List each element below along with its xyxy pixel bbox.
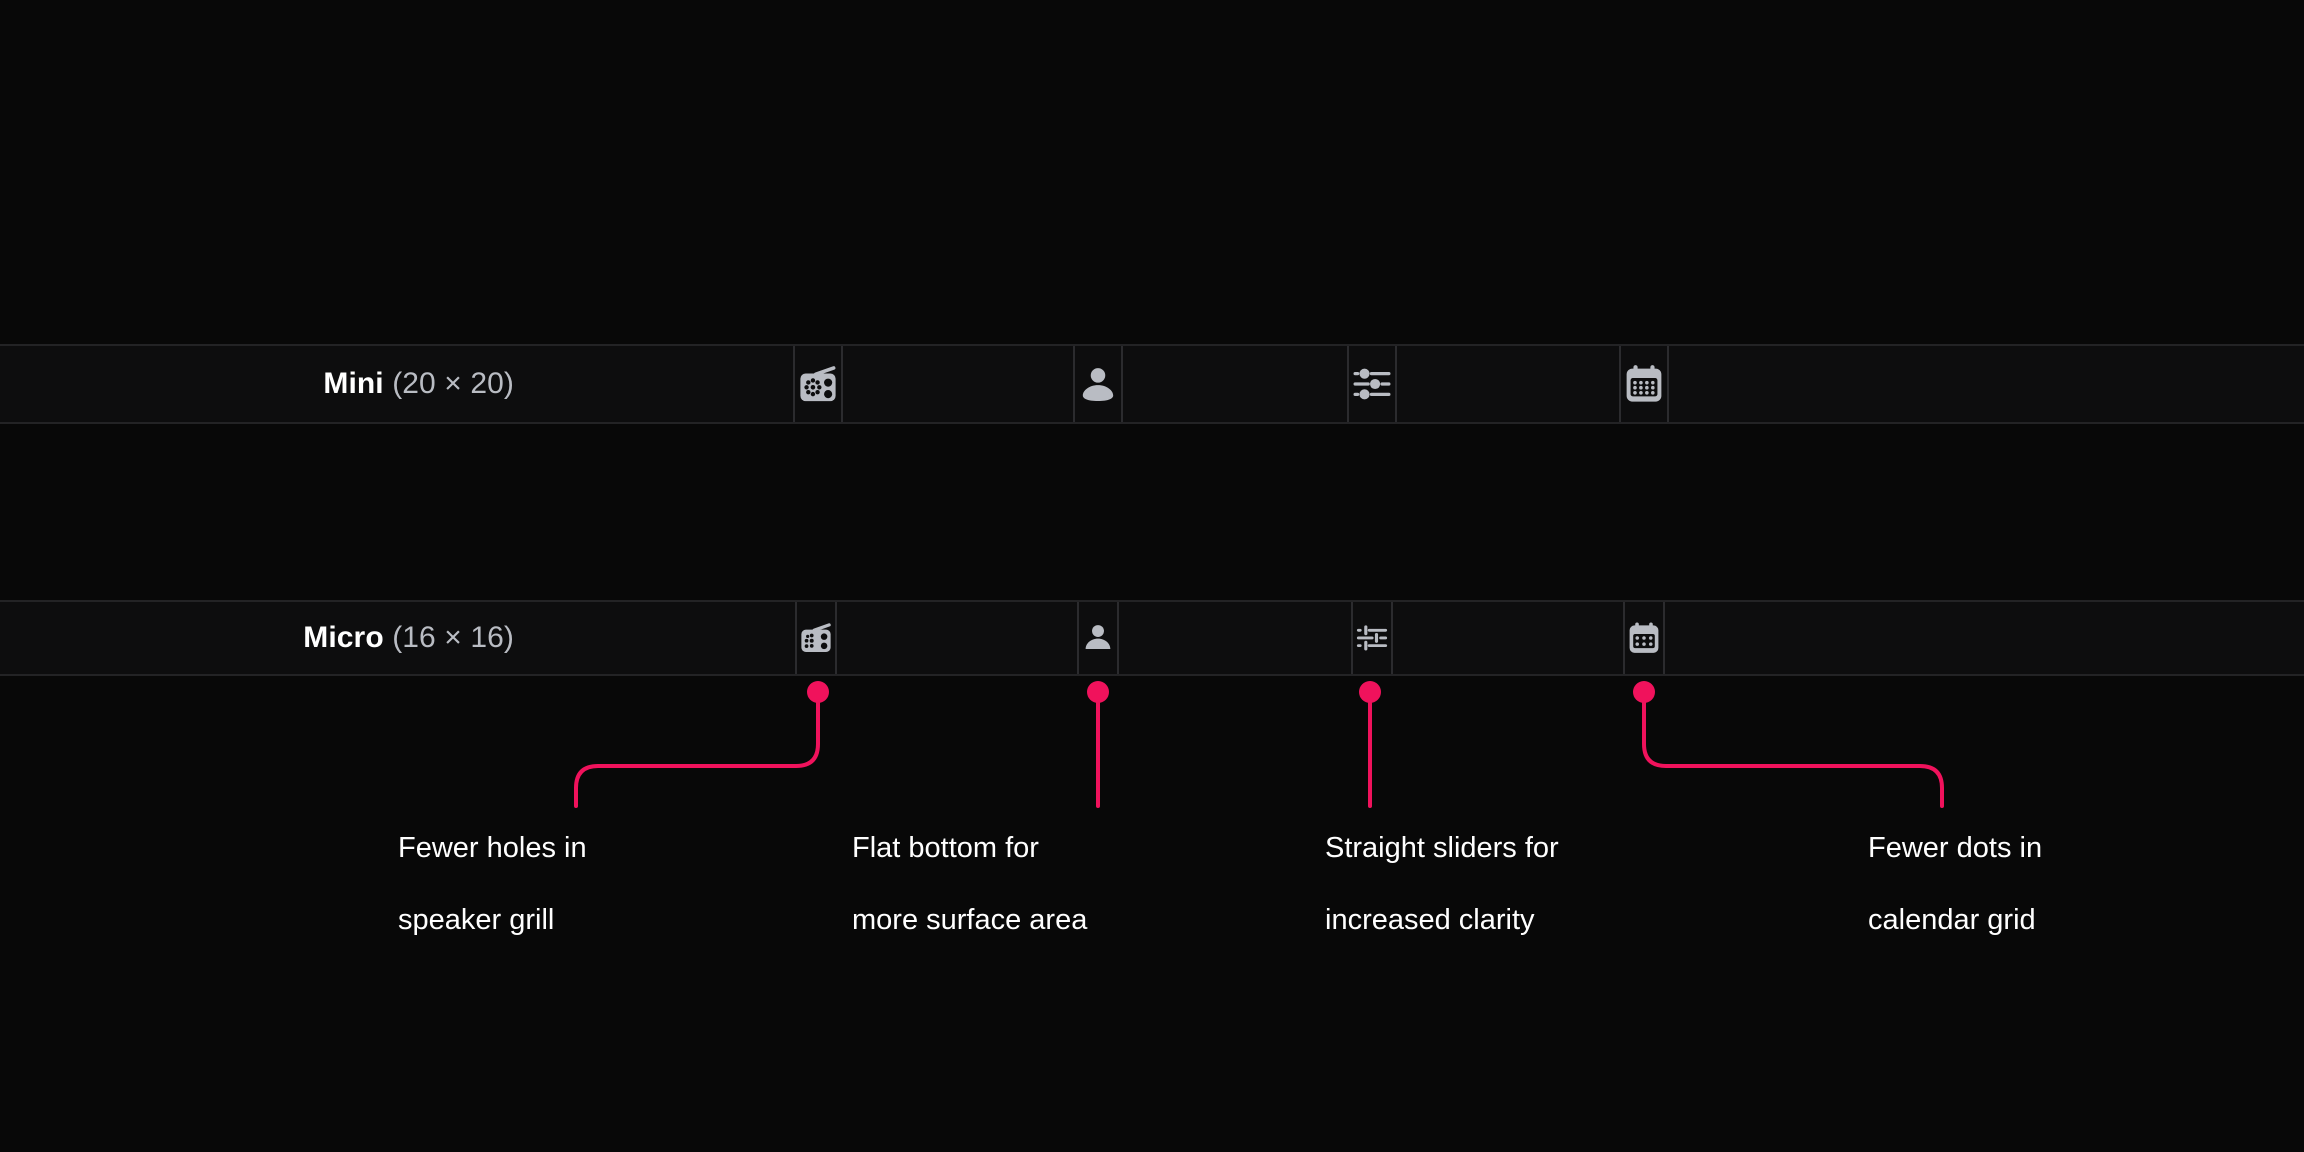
callout-path-calendar [1642,696,1944,808]
sliders-icon [1354,620,1390,656]
calendar-icon [1622,362,1666,406]
icon-cell-radio-micro[interactable] [795,602,837,674]
icon-cell-sliders-micro[interactable] [1351,602,1393,674]
icon-cell-person-micro[interactable] [1077,602,1119,674]
icon-cell-radio-mini[interactable] [793,346,843,422]
annotation-calendar: Fewer dots in calendar grid [1868,832,2043,936]
callout-lines [574,681,1944,808]
row-dimension: (16 × 16) [392,621,514,654]
annotation-radio: Fewer holes in speaker grill [398,832,587,936]
comparison-canvas: Mini (20 × 20) Micro (16 × 16) Fewer hol… [0,0,2304,1152]
radio-icon [796,362,840,406]
size-row-mini: Mini (20 × 20) [0,344,2304,424]
calendar-icon [1626,620,1662,656]
annotation-sliders: Straight sliders for increased clarity [1325,832,1559,936]
radio-icon [798,620,834,656]
row-dimension: (20 × 20) [392,367,514,400]
callout-path-radio [574,696,820,808]
person-icon [1080,620,1116,656]
icon-cell-sliders-mini[interactable] [1347,346,1397,422]
callout-dot-person [1087,681,1109,703]
row-label-mini: Mini (20 × 20) [323,367,514,401]
size-row-micro: Micro (16 × 16) [0,600,2304,676]
icon-cell-calendar-micro[interactable] [1623,602,1665,674]
row-name: Micro [303,621,384,654]
callout-dot-sliders [1359,681,1381,703]
annotation-person: Flat bottom for more surface area [852,832,1088,936]
sliders-icon [1350,362,1394,406]
callout-dot-calendar [1633,681,1655,703]
person-icon [1076,362,1120,406]
row-label-micro: Micro (16 × 16) [303,621,514,655]
callout-dot-radio [807,681,829,703]
icon-cell-person-mini[interactable] [1073,346,1123,422]
icon-cell-calendar-mini[interactable] [1619,346,1669,422]
row-name: Mini [323,367,384,400]
